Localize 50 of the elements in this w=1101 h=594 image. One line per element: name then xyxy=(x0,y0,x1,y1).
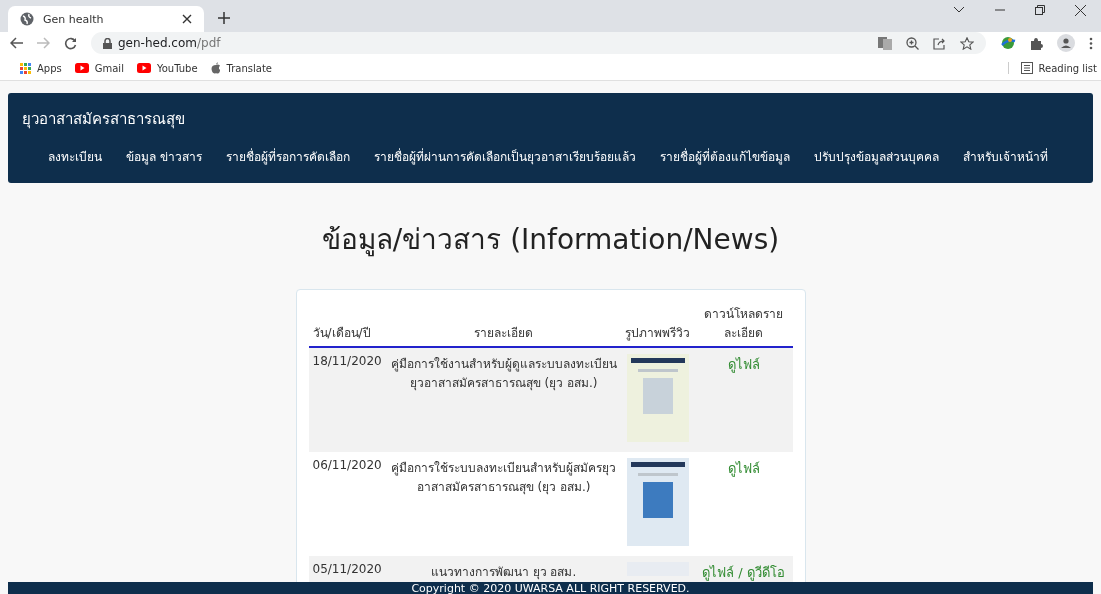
file-link[interactable]: ดูวีดีโอ xyxy=(746,565,785,580)
profile-avatar-icon[interactable] xyxy=(1057,34,1075,52)
reload-icon[interactable] xyxy=(64,36,77,50)
file-link[interactable]: ดูไฟล์ xyxy=(702,565,735,580)
close-tab-icon[interactable] xyxy=(182,14,192,24)
nav-link[interactable]: รายชื่อผู้ที่รอการคัดเลือก xyxy=(225,147,350,166)
bookmark-item[interactable]: Translate xyxy=(210,62,272,74)
site-title[interactable]: ยุวอาสาสมัครสาธารณสุข xyxy=(22,107,1079,141)
chevron-down-icon[interactable] xyxy=(953,6,965,14)
date-cell: 18/11/2020 xyxy=(308,347,387,452)
apple-logo-icon xyxy=(210,62,221,74)
close-icon[interactable] xyxy=(1075,4,1086,16)
extension-globe-icon[interactable] xyxy=(1000,36,1016,50)
file-link[interactable]: ดูไฟล์ xyxy=(727,357,760,372)
address-bar[interactable]: gen-hed.com/pdf xyxy=(91,32,986,54)
bookmark-item[interactable]: YouTube xyxy=(136,62,198,74)
reading-list-button[interactable]: Reading list xyxy=(1007,62,1097,74)
nav-link[interactable]: ลงทะเบียน xyxy=(48,147,102,166)
globe-icon xyxy=(20,12,34,26)
share-icon[interactable] xyxy=(933,36,946,50)
nav-link[interactable]: รายชื่อผู้ที่ผ่านการคัดเลือกเป็นยุวอาสาเรียบร้อยแล้ว xyxy=(373,147,636,166)
nav-link[interactable]: ปรับปรุงข้อมูลส่วนบุคคล xyxy=(813,147,939,166)
browser-tab[interactable]: Gen health xyxy=(8,6,204,32)
play-logo-icon xyxy=(136,63,151,73)
detail-cell: คู่มือการใช้งานสำหรับผู้ดูแลระบบลงทะเบียน ยุวอาสาสมัครสาธารณสุข (ยุว อสม.) xyxy=(386,347,621,452)
play-logo-icon xyxy=(74,63,89,73)
apps-grid-icon xyxy=(20,62,31,74)
star-icon[interactable] xyxy=(960,36,974,50)
page-heading: ข้อมูล/ข่าวสาร (Information/News) xyxy=(320,222,781,259)
copyright-text: Copyright © 2020 UWARSA ALL RIGHT RESERVED. xyxy=(411,582,690,594)
link-separator: / xyxy=(738,565,743,580)
lock-icon xyxy=(103,37,112,49)
bookmark-item[interactable]: Gmail xyxy=(74,62,124,74)
back-arrow-icon[interactable] xyxy=(10,37,23,49)
document-thumbnail[interactable] xyxy=(626,458,689,546)
bookmark-item[interactable]: Apps xyxy=(20,62,62,74)
nav-link[interactable]: สำหรับเจ้าหน้าที่ xyxy=(962,147,1048,166)
date-cell: 06/11/2020 xyxy=(308,452,387,556)
document-thumbnail[interactable] xyxy=(626,354,689,442)
nav-link[interactable]: รายชื่อผู้ที่ต้องแก้ไขข้อมูล xyxy=(659,147,790,166)
more-menu-icon[interactable] xyxy=(1089,36,1093,50)
restore-icon[interactable] xyxy=(1035,5,1045,15)
nav-link[interactable]: ข้อมูล ข่าวสาร xyxy=(126,147,202,166)
translate-icon[interactable] xyxy=(878,36,892,50)
new-tab-icon[interactable] xyxy=(218,12,230,24)
zoom-icon[interactable] xyxy=(906,36,919,50)
file-link[interactable]: ดูไฟล์ xyxy=(727,461,760,476)
list-icon xyxy=(1020,62,1033,74)
puzzle-icon[interactable] xyxy=(1030,36,1043,50)
detail-cell: คู่มือการใช้ระบบลงทะเบียนสำหรับผู้สมัครยุว อาสาสมัครสาธารณสุข (ยุว อสม.) xyxy=(386,452,621,556)
